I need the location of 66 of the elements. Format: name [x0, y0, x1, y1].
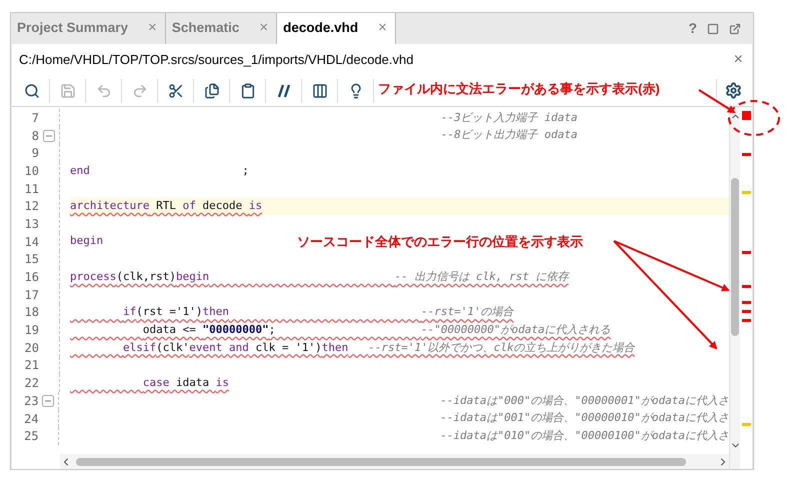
tab[interactable]: decode.vhd × — [277, 13, 396, 44]
overview-marker[interactable] — [742, 319, 751, 322]
line-number: 20 — [24, 342, 39, 354]
file-path: C:/Home/VHDL/TOP/TOP.srcs/sources_1/imports/VHDL/decode.vhd — [19, 50, 414, 69]
annotation-text: ソースコード全体でのエラー行の位置を示す表示 — [297, 233, 583, 251]
close-icon[interactable]: × — [378, 17, 387, 40]
code-line: --3ビット入力端子 idata — [440, 110, 578, 126]
code-line: --idataは"010"の場合、"00000100"がodataに代入さ — [439, 428, 729, 444]
line-number: 11 — [24, 182, 39, 195]
float-window-icon[interactable] — [729, 22, 741, 34]
close-icon[interactable]: × — [148, 17, 157, 40]
line-number: 16 — [24, 271, 39, 284]
double-slash-icon — [276, 84, 290, 98]
scissors-icon — [168, 82, 184, 98]
fold-toggle-icon[interactable] — [43, 130, 55, 142]
close-icon[interactable]: × — [734, 48, 745, 72]
overview-marker[interactable] — [742, 191, 751, 194]
overview-marker[interactable] — [742, 301, 751, 304]
horizontal-scrollbar-thumb[interactable] — [76, 458, 686, 466]
line-number: 13 — [24, 218, 39, 230]
line-number: 8 — [30, 130, 39, 142]
code-line: elsif(clk'event and clk = '1')then --rst='1'以外でかつ、clkの立ち上がりがきた場合 — [122, 340, 635, 356]
copy-icon — [204, 82, 220, 98]
code-line: odata <= "00000000"; --"00000000"がodataに代入される — [142, 322, 611, 338]
line-number: 19 — [24, 324, 39, 336]
vertical-scrollbar-thumb[interactable] — [731, 178, 739, 336]
redo-icon — [132, 82, 148, 98]
code-line: begin — [70, 233, 104, 250]
search-icon — [24, 82, 40, 98]
highlight-ellipse — [728, 100, 780, 136]
line-number: 25 — [23, 430, 39, 442]
code-line: if(rst ='1')then --rst='1'の場合 — [122, 304, 514, 320]
line-number: 9 — [30, 147, 39, 160]
code-line: end ; — [70, 162, 249, 179]
overview-marker[interactable] — [742, 285, 751, 288]
overview-marker[interactable] — [742, 423, 751, 426]
line-number: 12 — [24, 200, 39, 212]
code-line: case idata is — [142, 374, 229, 391]
line-number: 23 — [23, 394, 39, 407]
line-number: 14 — [24, 236, 39, 248]
code-line: process(clk,rst)begin -- 出力信号は clk, rst に依存 — [70, 268, 569, 285]
help-icon[interactable]: ? — [688, 18, 697, 39]
save-icon — [60, 82, 76, 98]
annotation-arrow — [698, 89, 736, 114]
code-line: --idataは"001"の場合、"00000010"がodataに代入さ — [439, 410, 729, 426]
overview-marker[interactable] — [742, 310, 751, 313]
line-number: 10 — [24, 164, 39, 177]
line-number: 24 — [23, 412, 39, 425]
code-line: --8ビット出力端子 odata — [440, 127, 578, 144]
line-number: 7 — [30, 112, 39, 124]
paste-icon — [240, 82, 256, 98]
annotation-text: ファイル内に文法エラーがある事を示す表示(赤) — [378, 80, 660, 98]
maximize-icon[interactable] — [707, 22, 719, 34]
overview-marker[interactable] — [742, 251, 751, 254]
undo-icon — [96, 82, 112, 98]
code-line: --idataは"000"の場合、"00000001"がodataに代入さ — [439, 392, 729, 409]
line-number: 22 — [24, 377, 39, 390]
overview-marker[interactable] — [742, 153, 751, 156]
line-number: 17 — [24, 288, 39, 301]
settings-icon[interactable] — [725, 82, 742, 99]
line-number: 21 — [24, 359, 39, 372]
line-number: 15 — [24, 253, 39, 266]
line-number: 18 — [24, 306, 39, 318]
columns-icon — [312, 82, 328, 98]
fold-toggle-icon[interactable] — [42, 394, 54, 407]
close-icon[interactable]: × — [259, 17, 268, 40]
